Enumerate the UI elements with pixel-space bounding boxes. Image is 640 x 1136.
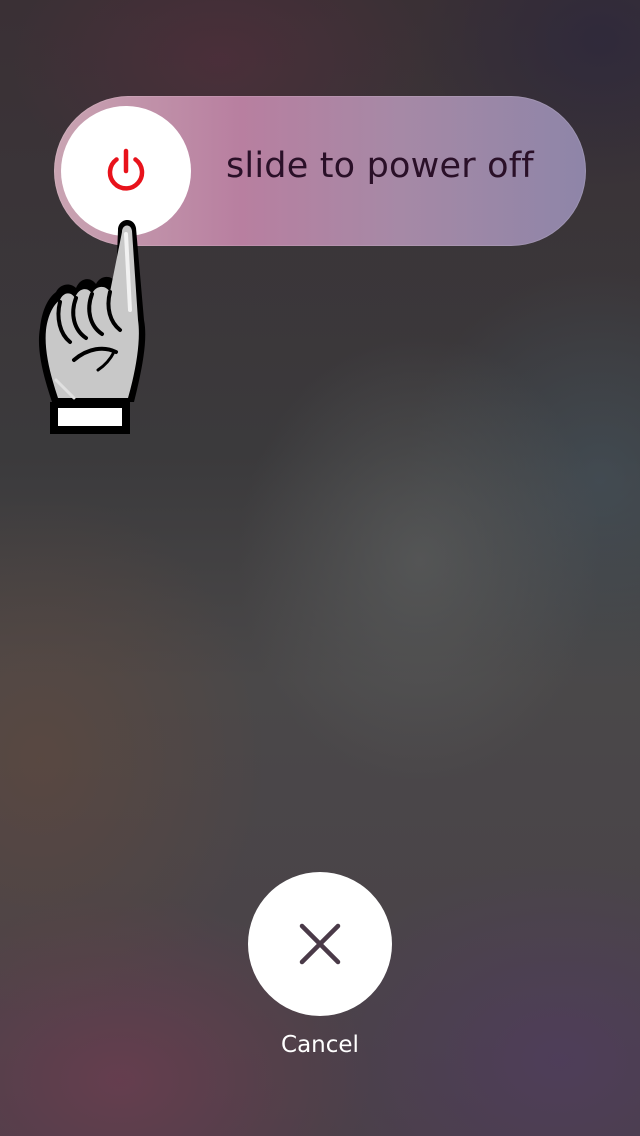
pointing-hand-icon bbox=[38, 219, 146, 434]
slider-label: slide to power off bbox=[226, 146, 534, 186]
cancel-label[interactable]: Cancel bbox=[220, 1032, 420, 1058]
close-icon bbox=[299, 923, 341, 965]
power-icon bbox=[107, 148, 145, 191]
cancel-button[interactable] bbox=[248, 872, 392, 1016]
